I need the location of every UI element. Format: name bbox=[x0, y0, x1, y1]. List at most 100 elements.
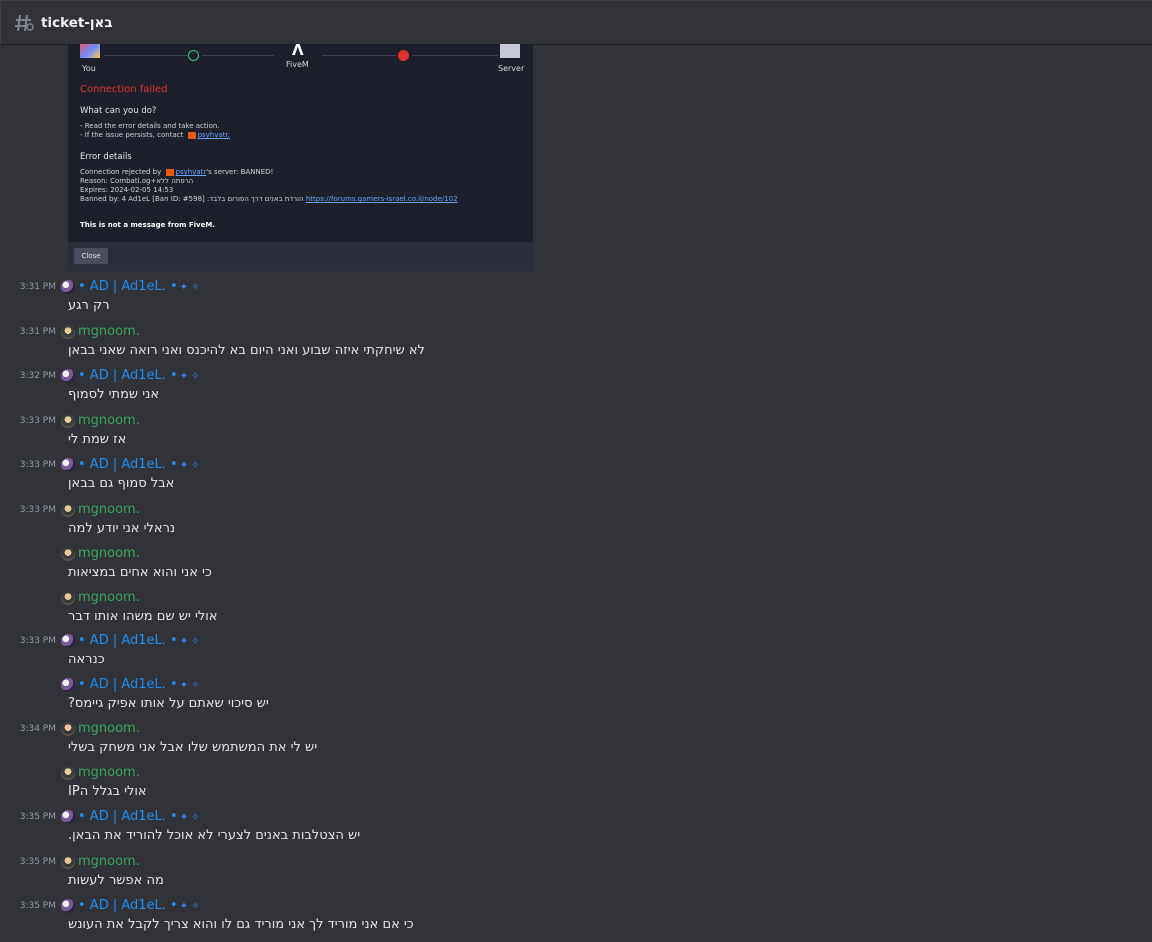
username[interactable]: mgnoom. bbox=[78, 324, 140, 339]
username[interactable]: mgnoom. bbox=[78, 765, 140, 780]
username[interactable]: mgnoom. bbox=[78, 721, 140, 736]
username-text: mgnoom. bbox=[78, 590, 140, 605]
message-header: 3:35 PM • AD | Ad1eL. • ✦ ✧ bbox=[0, 898, 1152, 919]
message-header: mgnoom. bbox=[0, 546, 1152, 567]
connection-line bbox=[104, 55, 188, 56]
username[interactable]: mgnoom. bbox=[78, 590, 140, 605]
you-avatar-thumbnail bbox=[80, 44, 100, 58]
message-header: • AD | Ad1eL. • ✦ ✧ bbox=[0, 677, 1152, 698]
message-text: אולי בגלל הIP bbox=[68, 784, 147, 799]
server-thumbnail bbox=[500, 44, 520, 58]
tip-text: - If the issue persists, contact bbox=[80, 131, 184, 139]
message-text: יש לי את המשתמש שלו אבל אני משחק בשלי bbox=[68, 740, 318, 755]
role-badge-icon: ✦ ✧ bbox=[179, 636, 200, 647]
message-timestamp: 3:33 PM bbox=[19, 505, 56, 515]
message-timestamp: 3:32 PM bbox=[19, 371, 56, 381]
connection-failed-heading: Connection failed bbox=[80, 84, 168, 95]
message-timestamp: 3:35 PM bbox=[19, 901, 56, 911]
username-text: mgnoom. bbox=[78, 324, 140, 339]
role-badge-icon: ✦ ✧ bbox=[179, 812, 200, 823]
message-text: יש סיכוי שאתם על אותו אפיק גיימס? bbox=[68, 696, 269, 711]
user-link[interactable]: psyhyatr bbox=[176, 168, 207, 176]
banned-by-text: Banned by: 4 Ad1eL [Ban ID: #598] :הורדת… bbox=[80, 195, 304, 203]
avatar[interactable] bbox=[61, 280, 75, 294]
tip-line: - If the issue persists, contact psyhyat… bbox=[80, 131, 230, 139]
avatar[interactable] bbox=[61, 855, 75, 869]
username[interactable]: • AD | Ad1eL. • ✦ ✧ bbox=[78, 633, 200, 648]
message-text: אני שמתי לסמוף bbox=[68, 387, 160, 402]
avatar[interactable] bbox=[61, 634, 75, 648]
you-label: You bbox=[82, 64, 96, 73]
avatar[interactable] bbox=[61, 766, 75, 780]
message-header: 3:31 PM mgnoom. bbox=[0, 324, 1152, 345]
username[interactable]: • AD | Ad1eL. • ✦ ✧ bbox=[78, 279, 200, 294]
channel-header: ticket-באן bbox=[0, 0, 1152, 45]
message-text: לא שיחקתי איזה שבוע ואני היום בא להיכנס … bbox=[68, 343, 425, 358]
rejected-text: Connection rejected by bbox=[80, 168, 162, 176]
avatar[interactable] bbox=[61, 369, 75, 383]
avatar[interactable] bbox=[61, 591, 75, 605]
avatar[interactable] bbox=[61, 458, 75, 472]
message-text: כי אני והוא אחים במציאות bbox=[68, 565, 212, 580]
rejected-suffix: 's server: BANNED! bbox=[206, 168, 274, 176]
username-text: • AD | Ad1eL. • bbox=[78, 457, 178, 472]
what-can-you-do-heading: What can you do? bbox=[80, 106, 157, 116]
username-text: mgnoom. bbox=[78, 413, 140, 428]
server-label: Server bbox=[498, 64, 525, 73]
message-text: כי אם אני מוריד לך אני מוריד גם לו והוא … bbox=[68, 917, 414, 932]
avatar[interactable] bbox=[61, 414, 75, 428]
message-text: אבל סמוף גם בבאן bbox=[68, 476, 175, 491]
check-icon bbox=[188, 50, 199, 61]
forum-link[interactable]: https://forums.gamers-israel.co.il/node/… bbox=[306, 195, 458, 203]
username[interactable]: mgnoom. bbox=[78, 413, 140, 428]
role-badge-icon: ✦ ✧ bbox=[179, 680, 200, 691]
username-text: mgnoom. bbox=[78, 502, 140, 517]
avatar[interactable] bbox=[61, 503, 75, 517]
avatar[interactable] bbox=[61, 678, 75, 692]
message-header: 3:33 PM mgnoom. bbox=[0, 502, 1152, 523]
user-link[interactable]: psyhyatr. bbox=[198, 131, 230, 139]
username[interactable]: mgnoom. bbox=[78, 546, 140, 561]
username-text: • AD | Ad1eL. • bbox=[78, 279, 178, 294]
username[interactable]: • AD | Ad1eL. • ✦ ✧ bbox=[78, 677, 200, 692]
banned-by-line: Banned by: 4 Ad1eL [Ban ID: #598] :הורדת… bbox=[80, 195, 458, 203]
message-timestamp: 3:33 PM bbox=[19, 636, 56, 646]
tip-line: - Read the error details and take action… bbox=[80, 122, 220, 130]
fivem-logo-icon: Λ bbox=[292, 44, 304, 59]
image-attachment[interactable]: You Λ FiveM Server Connection failed Wha… bbox=[68, 44, 533, 271]
message-text: מה אפשר לעשות bbox=[68, 873, 164, 888]
avatar[interactable] bbox=[61, 722, 75, 736]
message-text: אז שמת לי bbox=[68, 432, 127, 447]
avatar[interactable] bbox=[61, 810, 75, 824]
message-header: 3:33 PM • AD | Ad1eL. • ✦ ✧ bbox=[0, 457, 1152, 478]
threads-hash-icon bbox=[13, 12, 35, 34]
role-badge-icon: ✦ ✧ bbox=[179, 371, 200, 382]
message-header: 3:32 PM • AD | Ad1eL. • ✦ ✧ bbox=[0, 368, 1152, 389]
username-text: • AD | Ad1eL. • bbox=[78, 368, 178, 383]
close-button[interactable]: Close bbox=[74, 248, 108, 264]
username[interactable]: • AD | Ad1eL. • ✦ ✧ bbox=[78, 368, 200, 383]
username-text: mgnoom. bbox=[78, 765, 140, 780]
username[interactable]: mgnoom. bbox=[78, 502, 140, 517]
avatar[interactable] bbox=[61, 325, 75, 339]
username-text: • AD | Ad1eL. • bbox=[78, 677, 178, 692]
message-header: 3:33 PM mgnoom. bbox=[0, 413, 1152, 434]
message-timestamp: 3:33 PM bbox=[19, 416, 56, 426]
username-text: mgnoom. bbox=[78, 854, 140, 869]
username[interactable]: • AD | Ad1eL. • ✦ ✧ bbox=[78, 457, 200, 472]
username[interactable]: • AD | Ad1eL. • ✦ ✧ bbox=[78, 809, 200, 824]
fivem-label: FiveM bbox=[286, 60, 309, 69]
username-text: • AD | Ad1eL. • bbox=[78, 633, 178, 648]
username[interactable]: • AD | Ad1eL. • ✦ ✧ bbox=[78, 898, 200, 913]
role-badge-icon: ✦ ✧ bbox=[179, 901, 200, 912]
username-text: • AD | Ad1eL. • bbox=[78, 898, 178, 913]
message-text: יש הצטלבות באנים לצערי לא אוכל להוריד את… bbox=[68, 828, 361, 843]
connection-line bbox=[322, 55, 396, 56]
avatar[interactable] bbox=[61, 899, 75, 913]
attachment-footer: Close bbox=[68, 242, 533, 271]
message-header: 3:35 PM • AD | Ad1eL. • ✦ ✧ bbox=[0, 809, 1152, 830]
error-icon bbox=[398, 50, 409, 61]
username[interactable]: mgnoom. bbox=[78, 854, 140, 869]
username-text: mgnoom. bbox=[78, 721, 140, 736]
avatar[interactable] bbox=[61, 547, 75, 561]
